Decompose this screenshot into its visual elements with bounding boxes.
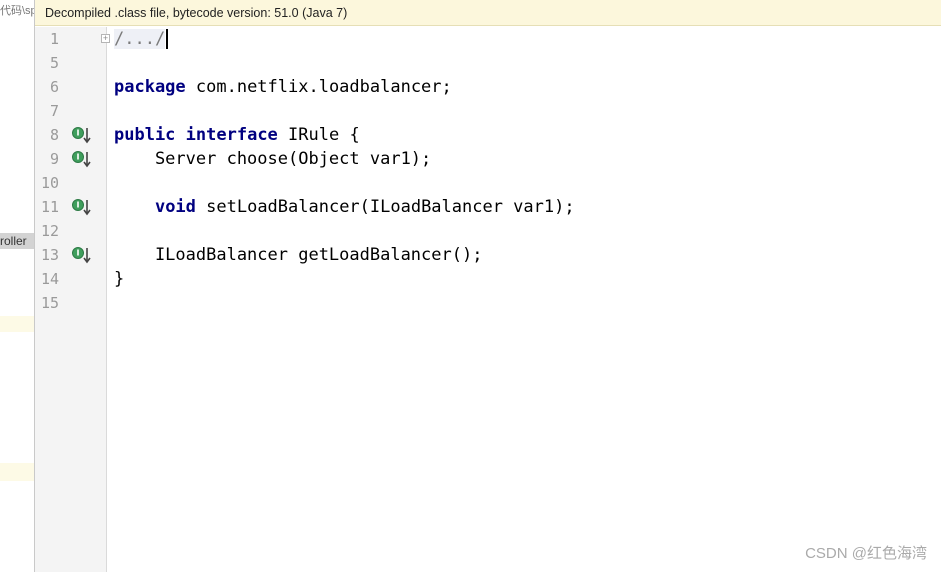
- keyword: interface: [185, 125, 278, 145]
- highlight-row: [0, 463, 34, 481]
- folded-imports[interactable]: /.../: [114, 29, 166, 49]
- code-text: Server choose(Object var1);: [114, 149, 432, 169]
- implementing-method-icon[interactable]: [71, 245, 93, 265]
- code-line-1[interactable]: /.../: [114, 27, 169, 51]
- line-number: 1: [49, 30, 59, 48]
- line-number: 7: [49, 102, 59, 120]
- code-line-8[interactable]: public interface IRule {: [114, 123, 360, 147]
- line-number: 6: [49, 78, 59, 96]
- editor-gutter: 1 + 5 6 7 8 9 10 11 12 13 14 15: [35, 27, 110, 572]
- line-number: 10: [40, 174, 59, 192]
- line-number: 12: [40, 222, 59, 240]
- code-line-14[interactable]: }: [114, 267, 124, 291]
- highlight-row: [0, 316, 34, 332]
- line-number: 5: [49, 54, 59, 72]
- keyword: package: [114, 77, 186, 97]
- line-number: 13: [40, 246, 59, 264]
- code-line-9[interactable]: Server choose(Object var1);: [114, 147, 431, 171]
- code-line-6[interactable]: package com.netflix.loadbalancer;: [114, 75, 452, 99]
- line-number: 11: [40, 198, 59, 216]
- code-text: setLoadBalancer(ILoadBalancer var1);: [195, 197, 575, 217]
- code-line-13[interactable]: ILoadBalancer getLoadBalancer();: [114, 243, 483, 267]
- line-number: 8: [49, 126, 59, 144]
- code-text: ILoadBalancer getLoadBalancer();: [114, 245, 483, 265]
- keyword: void: [154, 197, 196, 217]
- watermark: CSDN @红色海湾: [805, 545, 927, 562]
- implementing-method-icon[interactable]: [71, 197, 93, 217]
- text-caret: [166, 29, 169, 49]
- project-tree-item-selected[interactable]: roller: [0, 233, 34, 249]
- decompiled-banner: Decompiled .class file, bytecode version…: [35, 0, 941, 26]
- code-line-11[interactable]: void setLoadBalancer(ILoadBalancer var1)…: [114, 195, 575, 219]
- line-number: 9: [49, 150, 59, 168]
- project-panel-edge: 代码\sp roller: [0, 0, 35, 572]
- code-text: }: [114, 269, 125, 289]
- code-text: IRule {: [277, 125, 360, 145]
- code-text: com.netflix.loadbalancer;: [185, 77, 452, 97]
- line-number: 14: [40, 270, 59, 288]
- code-editor[interactable]: /.../ package com.netflix.loadbalancer; …: [107, 27, 941, 572]
- line-number: 15: [40, 294, 59, 312]
- implementing-method-icon[interactable]: [71, 149, 93, 169]
- implementing-method-icon[interactable]: [71, 125, 93, 145]
- project-path-fragment: 代码\sp: [0, 5, 35, 17]
- keyword: public: [114, 125, 176, 145]
